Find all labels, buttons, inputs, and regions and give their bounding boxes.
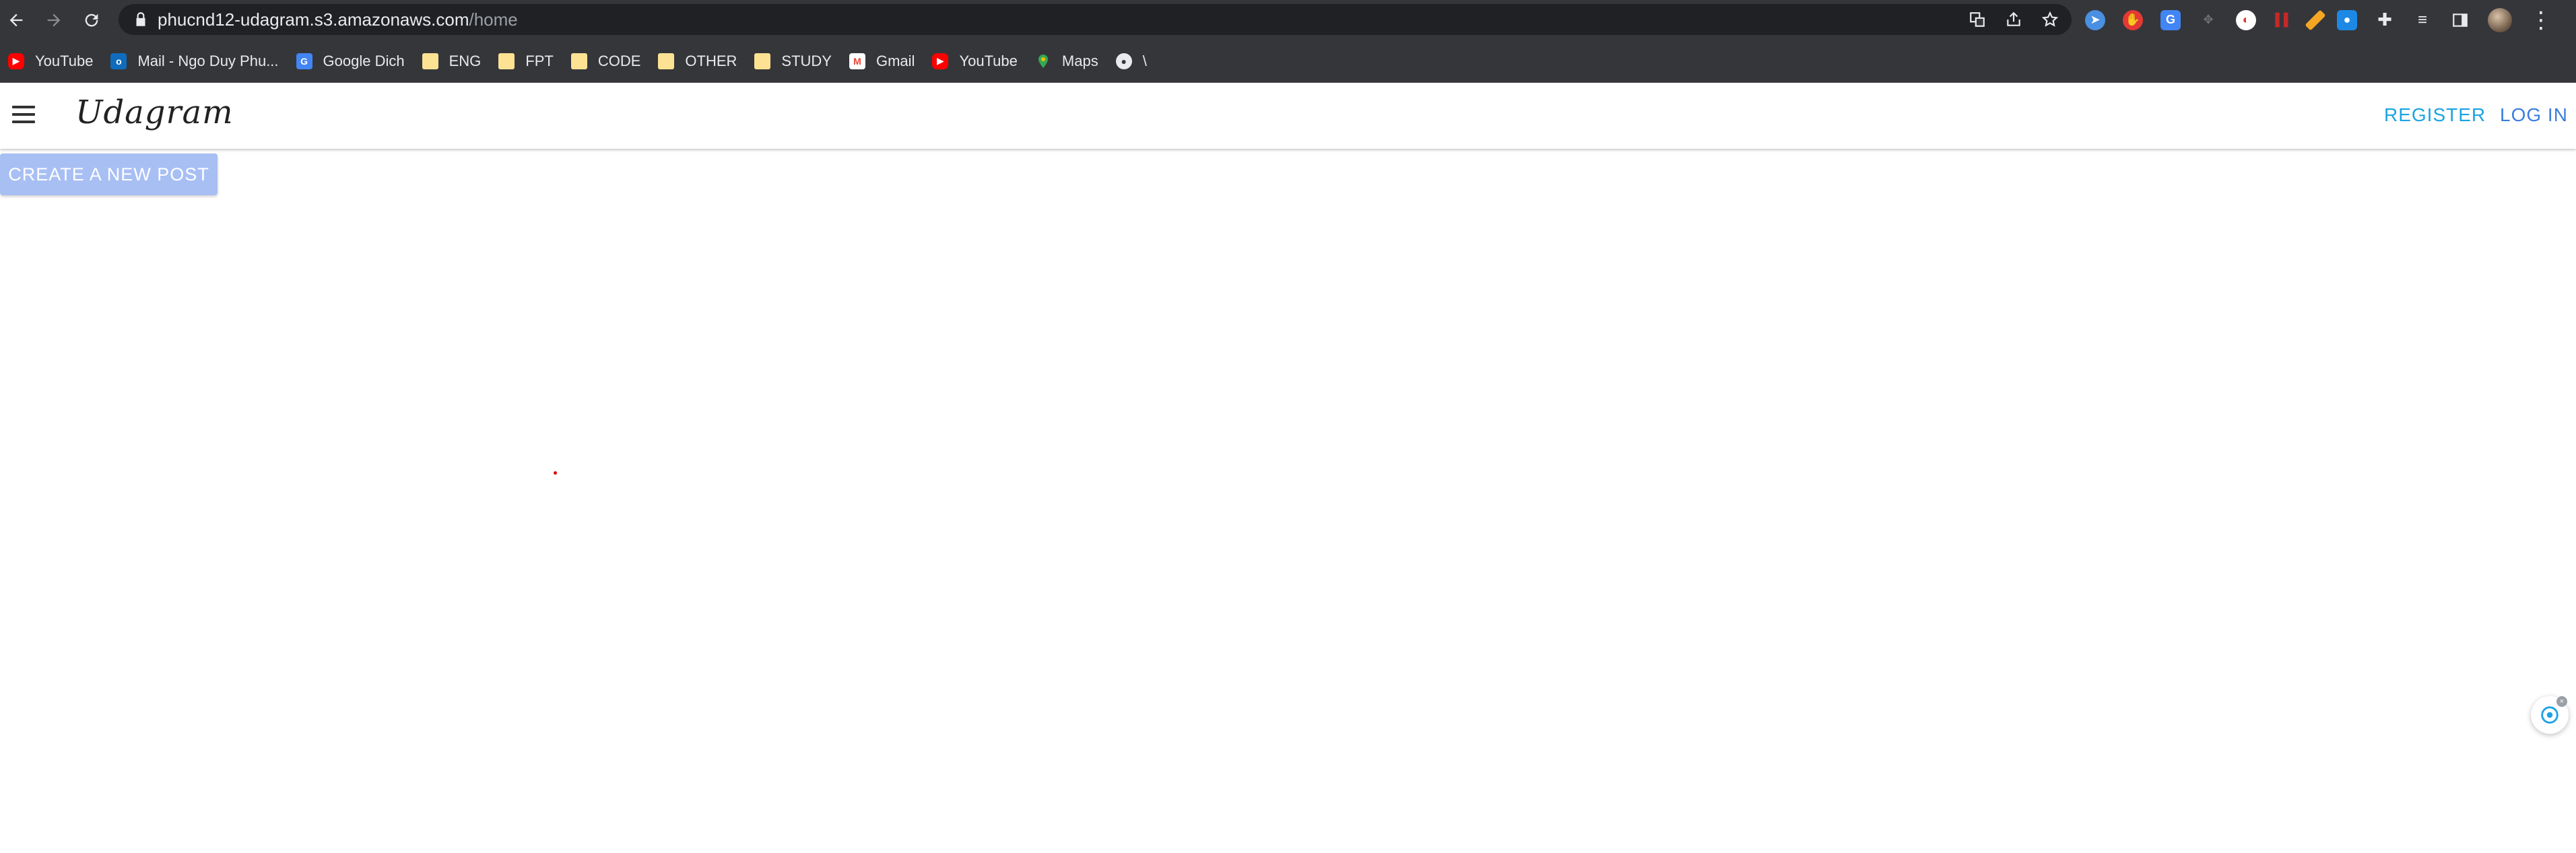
bookmark-label: OTHER <box>685 52 737 69</box>
register-link[interactable]: REGISTER <box>2384 104 2486 126</box>
folder-icon <box>658 53 675 69</box>
google-translate-icon: G <box>296 53 312 69</box>
folder-icon <box>570 53 587 69</box>
bookmark-label: ENG <box>449 52 482 69</box>
login-link[interactable]: LOG IN <box>2500 104 2568 126</box>
bookmark-folder-eng[interactable]: ENG <box>414 40 491 82</box>
bookmark-label: YouTube <box>35 52 94 69</box>
bookmark-mail[interactable]: o Mail - Ngo Duy Phu... <box>102 40 288 82</box>
extension-translate-icon[interactable]: G <box>2160 9 2181 30</box>
folder-icon <box>498 53 515 69</box>
extension-move-icon[interactable]: ✥ <box>2198 10 2218 30</box>
floating-assistant-button[interactable]: × <box>2531 696 2569 734</box>
bookmark-folder-study[interactable]: STUDY <box>746 40 841 82</box>
bookmark-youtube[interactable]: ▶ YouTube <box>0 40 102 82</box>
app-header: Udagram REGISTER LOG IN <box>0 83 2576 149</box>
assistant-badge-icon: × <box>2556 696 2567 707</box>
forward-arrow-icon[interactable] <box>39 0 69 40</box>
gmail-icon: M <box>849 53 865 69</box>
share-icon[interactable] <box>2004 10 2023 29</box>
bookmark-folder-other[interactable]: OTHER <box>650 40 746 82</box>
browser-menu-icon[interactable]: ⋮ <box>2530 9 2552 32</box>
profile-avatar[interactable] <box>2488 7 2512 32</box>
reading-list-icon[interactable]: ≡ <box>2412 10 2433 30</box>
bookmark-label: STUDY <box>781 52 832 69</box>
bookmarks-bar: ▶ YouTube o Mail - Ngo Duy Phu... G Google … <box>0 40 2576 83</box>
url-path: /home <box>469 9 518 30</box>
bookmark-label: Gmail <box>876 52 915 69</box>
brand-logo[interactable]: Udagram <box>75 94 234 131</box>
translate-icon[interactable] <box>1968 10 1987 29</box>
reload-icon[interactable] <box>77 0 106 40</box>
red-dot-marker <box>554 471 557 475</box>
maps-icon <box>1035 53 1051 69</box>
extensions-puzzle-icon[interactable]: ✚ <box>2375 9 2395 30</box>
address-bar[interactable]: phucnd12-udagram.s3.amazonaws.com/home <box>119 4 2072 35</box>
bookmark-gmail[interactable]: M Gmail <box>841 40 924 82</box>
side-panel-icon[interactable] <box>2450 10 2470 30</box>
bookmark-folder-code[interactable]: CODE <box>563 40 651 82</box>
url-text: phucnd12-udagram.s3.amazonaws.com/home <box>158 11 518 28</box>
folder-icon <box>754 53 771 69</box>
extension-ruler-icon[interactable] <box>2305 9 2326 31</box>
url-host: phucnd12-udagram.s3.amazonaws.com <box>158 9 469 30</box>
bookmark-label: CODE <box>597 52 641 69</box>
extension-audio-icon[interactable]: ▌▌ <box>2274 10 2294 30</box>
folder-icon <box>422 53 438 69</box>
bookmark-youtube-2[interactable]: ▶ YouTube <box>924 40 1026 82</box>
browser-toolbar: phucnd12-udagram.s3.amazonaws.com/home ➤… <box>0 0 2576 40</box>
extension-adblock-icon[interactable]: ✋ <box>2123 9 2143 30</box>
outlook-icon: o <box>110 53 127 69</box>
bookmark-label: FPT <box>525 52 554 69</box>
bookmark-label: Google Dich <box>323 52 405 69</box>
extension-drop-icon[interactable]: ● <box>2337 9 2357 30</box>
github-icon: ● <box>1115 53 1132 69</box>
lock-icon <box>132 11 150 28</box>
bookmark-maps[interactable]: Maps <box>1027 40 1108 82</box>
bookmark-folder-fpt[interactable]: FPT <box>490 40 563 82</box>
extension-chrome-icon[interactable]: ◐ <box>2236 9 2256 30</box>
bookmark-google-dich[interactable]: G Google Dich <box>288 40 414 82</box>
youtube-icon: ▶ <box>932 53 949 69</box>
bookmark-label: YouTube <box>959 52 1018 69</box>
bookmark-label: Maps <box>1061 52 1098 69</box>
extension-compass-icon[interactable]: ➤ <box>2085 9 2105 30</box>
create-new-post-button[interactable]: CREATE A NEW POST <box>0 153 218 195</box>
bookmark-label: Mail - Ngo Duy Phu... <box>137 52 279 69</box>
bookmark-star-icon[interactable] <box>2041 10 2059 29</box>
back-arrow-icon[interactable] <box>1 0 31 40</box>
hamburger-menu-icon[interactable] <box>12 103 35 126</box>
youtube-icon: ▶ <box>8 53 24 69</box>
bookmark-github[interactable]: ● \ <box>1108 40 1156 82</box>
assistant-icon <box>2541 706 2558 724</box>
bookmark-label: \ <box>1142 52 1147 69</box>
